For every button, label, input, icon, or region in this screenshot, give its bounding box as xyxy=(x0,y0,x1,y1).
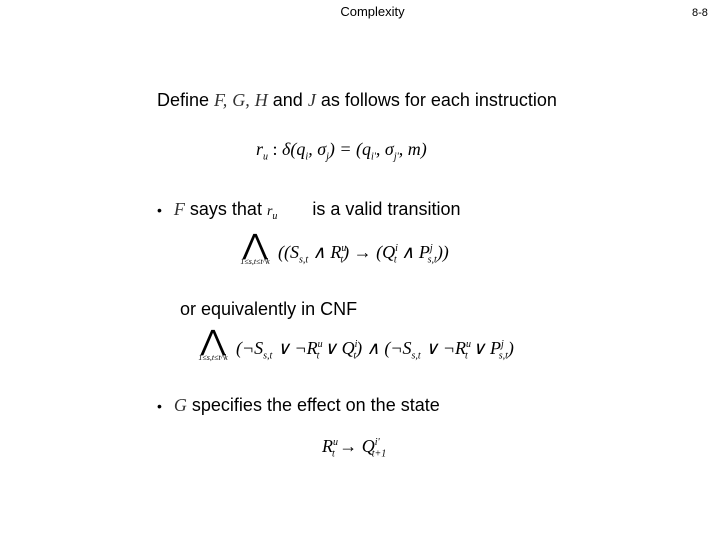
cnf-p2-p-sub: s,t xyxy=(498,350,508,362)
big-wedge-symbol: ⋀ xyxy=(242,230,268,261)
formula-sigma2: , σ xyxy=(375,139,394,159)
big-wedge-symbol: ⋀ xyxy=(200,326,226,357)
page-number: 8-8 xyxy=(692,7,708,19)
cnf-p1-or2: ∨ Q xyxy=(319,338,355,358)
cnf-p1-open: (¬S xyxy=(236,338,264,358)
ff-and1: ∧ R xyxy=(308,242,342,262)
big-wedge-f: ⋀ 1≤s,t≤t^k xyxy=(232,230,278,267)
ff-s-sub: s,t xyxy=(299,254,309,266)
ff-p-sup: j xyxy=(429,243,433,254)
bullet-f-r-sub: u xyxy=(272,210,278,222)
intro-prefix: Define xyxy=(157,90,215,110)
cnf-p2-p-sup: j xyxy=(500,339,504,350)
cnf-p1-or1: ∨ ¬R xyxy=(272,338,318,358)
bullet-f-text-b: is a valid transition xyxy=(307,199,461,219)
fg-q-sup: i' xyxy=(374,437,380,448)
formula-colon: : xyxy=(268,139,283,159)
cnf-p2-or1: ∨ ¬R xyxy=(420,338,466,358)
bullet-g-text: specifies the effect on the state xyxy=(186,395,440,415)
bullet-dot: • xyxy=(157,398,162,414)
formula-r: r xyxy=(256,139,264,159)
ff-and2: ∧ P xyxy=(396,242,430,262)
bullet-f-var: F xyxy=(173,199,185,219)
ff-body: ((S xyxy=(278,242,299,262)
bullet-g: • G specifies the effect on the state xyxy=(157,395,440,416)
cnf-p2-or2: ∨ P xyxy=(467,338,501,358)
formula-g: Rut → Qi't+1 xyxy=(322,436,386,460)
var-j: J xyxy=(307,90,316,110)
slide-title: Complexity xyxy=(340,4,405,19)
ff-p-sub: s,t xyxy=(427,254,437,266)
cnf-label: or equivalently in CNF xyxy=(180,299,358,319)
ff-close: )) xyxy=(436,242,449,262)
bullet-dot: • xyxy=(157,202,162,218)
var-h: H xyxy=(254,90,268,110)
formula-eq: ) = (q xyxy=(328,139,371,159)
intro-suffix: as follows for each instruction xyxy=(315,90,557,110)
fg-q-sub: t+1 xyxy=(371,448,387,460)
bullet-g-var: G xyxy=(173,395,187,415)
var-f: F, xyxy=(214,90,228,110)
formula-delta: δ(q xyxy=(282,139,306,159)
instruction-formula: ru : δ(qi, σj) = (qi', σj', m) xyxy=(256,139,427,163)
cnf-p1-close: ) ∧ (¬S xyxy=(356,338,412,358)
bullet-f: • F says that ru is a valid transition xyxy=(157,199,460,222)
cnf-p1-s-sub: s,t xyxy=(263,350,273,362)
intro-line: Define F, G, H and J as follows for each… xyxy=(157,90,557,111)
var-g: G, xyxy=(232,90,250,110)
cnf-p2-close: ) xyxy=(507,338,514,358)
cnf-p2-s-sub: s,t xyxy=(411,350,421,362)
formula-sigma: , σ xyxy=(308,139,327,159)
bullet-f-text-a: says that xyxy=(184,199,267,219)
fg-arrow: → Q xyxy=(334,436,375,456)
ff-arrow: ) → (Q xyxy=(343,242,396,262)
formula-cnf: ⋀ 1≤s,t≤t^k (¬Ss,t ∨ ¬Rut ∨ Qit) ∧ (¬Ss,t … xyxy=(190,326,514,372)
intro-and: and xyxy=(267,90,308,110)
formula-f: ⋀ 1≤s,t≤t^k ((Ss,t ∧ Rut) → (Qit ∧ Pjs,t)) xyxy=(232,230,449,276)
big-wedge-cnf: ⋀ 1≤s,t≤t^k xyxy=(190,326,236,363)
formula-tail: , m) xyxy=(398,139,427,159)
